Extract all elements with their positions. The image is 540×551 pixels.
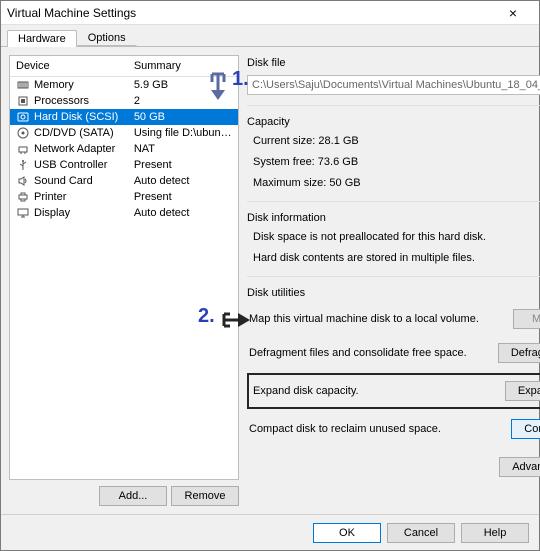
device-row-cddvd[interactable]: CD/DVD (SATA) Using file D:\ubuntu-18.04…: [10, 125, 238, 141]
remove-button[interactable]: Remove: [171, 486, 239, 506]
help-button[interactable]: Help: [461, 523, 529, 543]
sound-icon: [16, 175, 30, 187]
window-title: Virtual Machine Settings: [7, 6, 493, 20]
printer-icon: [16, 191, 30, 203]
capacity-label: Capacity: [247, 116, 540, 128]
cpu-icon: [16, 95, 30, 107]
device-summary: 5.9 GB: [134, 79, 232, 91]
device-name: Hard Disk (SCSI): [34, 111, 118, 123]
col-summary: Summary: [134, 60, 232, 72]
tab-options[interactable]: Options: [77, 29, 137, 46]
right-footer: Advanced...: [247, 449, 540, 477]
device-summary: Auto detect: [134, 207, 232, 219]
device-name: Network Adapter: [34, 143, 115, 155]
disk-icon: [16, 111, 30, 123]
device-summary: Present: [134, 191, 232, 203]
device-row-printer[interactable]: Printer Present: [10, 189, 238, 205]
util-compact-text: Compact disk to reclaim unused space.: [249, 423, 511, 435]
memory-icon: [16, 79, 30, 91]
disk-info-line1: Disk space is not preallocated for this …: [247, 230, 540, 245]
close-icon[interactable]: ×: [493, 5, 533, 21]
separator: [247, 201, 540, 202]
device-name: Display: [34, 207, 70, 219]
usb-icon: [16, 159, 30, 171]
util-expand-text: Expand disk capacity.: [253, 385, 359, 397]
device-name: Printer: [34, 191, 66, 203]
util-expand-row: Expand disk capacity. Expand...: [247, 373, 540, 409]
disk-file-path[interactable]: C:\Users\Saju\Documents\Virtual Machines…: [247, 75, 540, 95]
dialog-body: Device Summary Memory 5.9 GB Processors …: [1, 47, 539, 514]
separator: [247, 105, 540, 106]
capacity-current: Current size: 28.1 GB: [247, 134, 540, 149]
tab-hardware[interactable]: Hardware: [7, 30, 77, 47]
capacity-system-free: System free: 73.6 GB: [247, 155, 540, 170]
device-row-usb[interactable]: USB Controller Present: [10, 157, 238, 173]
device-summary: Using file D:\ubuntu-18.04.1...: [134, 127, 232, 139]
compact-button[interactable]: Compact: [511, 419, 540, 439]
dialog-footer: OK Cancel Help: [1, 514, 539, 550]
defragment-button[interactable]: Defragment: [498, 343, 540, 363]
device-row-network[interactable]: Network Adapter NAT: [10, 141, 238, 157]
advanced-button[interactable]: Advanced...: [499, 457, 540, 477]
disk-file-label: Disk file: [247, 57, 540, 69]
cancel-button[interactable]: Cancel: [387, 523, 455, 543]
display-icon: [16, 207, 30, 219]
util-map-text: Map this virtual machine disk to a local…: [249, 313, 513, 325]
tabs: Hardware Options: [1, 25, 539, 47]
util-defrag-row: Defragment files and consolidate free sp…: [247, 339, 540, 367]
disk-utils-label: Disk utilities: [247, 287, 540, 299]
device-summary: NAT: [134, 143, 232, 155]
util-compact-row: Compact disk to reclaim unused space. Co…: [247, 415, 540, 443]
disk-info-line2: Hard disk contents are stored in multipl…: [247, 251, 540, 266]
cd-icon: [16, 127, 30, 139]
expand-button[interactable]: Expand...: [505, 381, 540, 401]
device-row-processors[interactable]: Processors 2: [10, 93, 238, 109]
separator: [247, 276, 540, 277]
device-list[interactable]: Device Summary Memory 5.9 GB Processors …: [9, 55, 239, 480]
device-row-display[interactable]: Display Auto detect: [10, 205, 238, 221]
device-summary: 2: [134, 95, 232, 107]
device-name: CD/DVD (SATA): [34, 127, 114, 139]
device-summary: 50 GB: [134, 111, 232, 123]
device-row-harddisk[interactable]: Hard Disk (SCSI) 50 GB: [10, 109, 238, 125]
util-map-row: Map this virtual machine disk to a local…: [247, 305, 540, 333]
device-summary: Auto detect: [134, 175, 232, 187]
device-list-header: Device Summary: [10, 56, 238, 77]
util-defrag-text: Defragment files and consolidate free sp…: [249, 347, 498, 359]
left-pane: Device Summary Memory 5.9 GB Processors …: [9, 55, 239, 506]
device-summary: Present: [134, 159, 232, 171]
left-buttons: Add... Remove: [9, 480, 239, 506]
device-row-sound[interactable]: Sound Card Auto detect: [10, 173, 238, 189]
add-button[interactable]: Add...: [99, 486, 167, 506]
network-icon: [16, 143, 30, 155]
settings-window: Virtual Machine Settings × Hardware Opti…: [0, 0, 540, 551]
device-name: Memory: [34, 79, 74, 91]
disk-info-label: Disk information: [247, 212, 540, 224]
device-name: Processors: [34, 95, 89, 107]
capacity-maximum: Maximum size: 50 GB: [247, 176, 540, 191]
device-row-memory[interactable]: Memory 5.9 GB: [10, 77, 238, 93]
right-pane: Disk file C:\Users\Saju\Documents\Virtua…: [247, 55, 540, 506]
ok-button[interactable]: OK: [313, 523, 381, 543]
map-button[interactable]: Map...: [513, 309, 540, 329]
titlebar: Virtual Machine Settings ×: [1, 1, 539, 25]
device-name: USB Controller: [34, 159, 107, 171]
device-name: Sound Card: [34, 175, 93, 187]
col-device: Device: [16, 60, 134, 72]
